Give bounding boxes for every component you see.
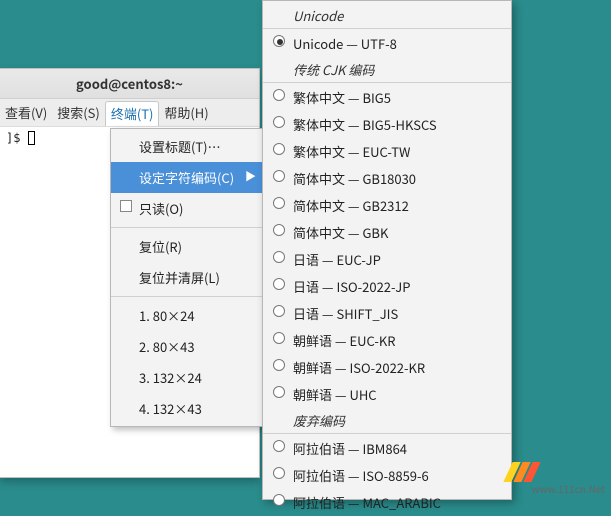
watermark-url: www.111cn.Net bbox=[532, 481, 605, 496]
menu-item-readonly[interactable]: 只读(O) bbox=[111, 193, 264, 224]
radio-icon bbox=[273, 89, 285, 101]
encoding-option-label: 朝鲜语 — EUC-KR bbox=[293, 331, 396, 350]
encoding-option[interactable]: 阿拉伯语 — ISO-8859-6 bbox=[263, 462, 511, 489]
menu-item-size-80x43[interactable]: 2. 80×43 bbox=[111, 331, 264, 362]
encoding-option-label: 繁体中文 — BIG5 bbox=[293, 88, 391, 107]
menu-item-label: 设定字符编码(C) bbox=[139, 168, 234, 187]
menu-item-reset-clear[interactable]: 复位并清屏(L) bbox=[111, 262, 264, 293]
encoding-option[interactable]: 日语 — ISO-2022-JP bbox=[263, 273, 511, 300]
encoding-option-label: 朝鲜语 — ISO-2022-KR bbox=[293, 358, 425, 377]
encoding-option-label: 阿拉伯语 — ISO-8859-6 bbox=[293, 466, 429, 485]
cursor bbox=[28, 131, 35, 145]
radio-icon bbox=[273, 197, 285, 209]
encoding-option-label: 日语 — EUC-JP bbox=[293, 250, 381, 269]
radio-icon bbox=[273, 170, 285, 182]
radio-icon bbox=[273, 467, 285, 479]
encoding-option-label: 朝鲜语 — UHC bbox=[293, 385, 377, 404]
encoding-option[interactable]: Unicode — UTF-8 bbox=[263, 30, 511, 57]
encoding-option[interactable]: 日语 — SHIFT_JIS bbox=[263, 300, 511, 327]
radio-icon bbox=[273, 35, 285, 47]
encoding-option[interactable]: 简体中文 — GB2312 bbox=[263, 192, 511, 219]
radio-icon bbox=[273, 305, 285, 317]
menu-item-size-80x24[interactable]: 1. 80×24 bbox=[111, 300, 264, 331]
terminal-menu: 设置标题(T)… 设定字符编码(C) ▶ 只读(O) 复位(R) 复位并清屏(L… bbox=[110, 128, 265, 427]
encoding-option-label: Unicode — UTF-8 bbox=[293, 34, 397, 53]
checkbox-icon bbox=[120, 200, 132, 212]
menu-item-set-encoding[interactable]: 设定字符编码(C) ▶ bbox=[111, 162, 264, 193]
encoding-option-label: 简体中文 — GB18030 bbox=[293, 169, 416, 188]
encoding-option-label: 阿拉伯语 — MAC_ARABIC bbox=[293, 493, 441, 512]
encoding-option[interactable]: 日语 — EUC-JP bbox=[263, 246, 511, 273]
encoding-option-label: 简体中文 — GBK bbox=[293, 223, 388, 242]
encoding-option-label: 繁体中文 — EUC-TW bbox=[293, 142, 410, 161]
menu-terminal[interactable]: 终端(T) bbox=[105, 101, 160, 126]
encoding-group-header: 废弃编码 bbox=[263, 408, 511, 434]
encoding-group-header: Unicode bbox=[263, 3, 511, 29]
menu-item-size-132x43[interactable]: 4. 132×43 bbox=[111, 393, 264, 424]
encoding-option[interactable]: 朝鲜语 — EUC-KR bbox=[263, 327, 511, 354]
radio-icon bbox=[273, 116, 285, 128]
radio-icon bbox=[273, 224, 285, 236]
menubar: 查看(V) 搜索(S) 终端(T) 帮助(H) bbox=[0, 99, 259, 127]
menu-item-reset[interactable]: 复位(R) bbox=[111, 231, 264, 262]
encoding-submenu: Unicode Unicode — UTF-8 传统 CJK 编码繁体中文 — BI… bbox=[262, 0, 512, 500]
menu-view[interactable]: 查看(V) bbox=[0, 99, 52, 126]
encoding-option[interactable]: 简体中文 — GB18030 bbox=[263, 165, 511, 192]
menu-item-label: 只读(O) bbox=[139, 199, 183, 218]
radio-icon bbox=[273, 494, 285, 506]
encoding-option-label: 阿拉伯语 — IBM864 bbox=[293, 439, 407, 458]
encoding-option-label: 日语 — ISO-2022-JP bbox=[293, 277, 410, 296]
chevron-right-icon: ▶ bbox=[245, 168, 256, 184]
radio-icon bbox=[273, 386, 285, 398]
encoding-option[interactable]: 朝鲜语 — ISO-2022-KR bbox=[263, 354, 511, 381]
encoding-option[interactable]: 朝鲜语 — UHC bbox=[263, 381, 511, 408]
encoding-option-label: 日语 — SHIFT_JIS bbox=[293, 304, 398, 323]
menu-search[interactable]: 搜索(S) bbox=[52, 99, 105, 126]
radio-icon bbox=[273, 143, 285, 155]
encoding-option[interactable]: 繁体中文 — BIG5-HKSCS bbox=[263, 111, 511, 138]
menu-item-size-132x24[interactable]: 3. 132×24 bbox=[111, 362, 264, 393]
encoding-option-label: 简体中文 — GB2312 bbox=[293, 196, 409, 215]
separator bbox=[111, 296, 264, 297]
encoding-option[interactable]: 阿拉伯语 — MAC_ARABIC bbox=[263, 489, 511, 516]
radio-icon bbox=[273, 251, 285, 263]
stripes-icon bbox=[508, 462, 536, 482]
window-title: good@centos8:~ bbox=[0, 69, 259, 99]
encoding-option[interactable]: 简体中文 — GBK bbox=[263, 219, 511, 246]
encoding-option[interactable]: 繁体中文 — EUC-TW bbox=[263, 138, 511, 165]
encoding-option[interactable]: 繁体中文 — BIG5 bbox=[263, 84, 511, 111]
prompt: ]$ bbox=[6, 131, 28, 145]
radio-icon bbox=[273, 440, 285, 452]
encoding-option[interactable]: 阿拉伯语 — IBM864 bbox=[263, 435, 511, 462]
separator bbox=[111, 227, 264, 228]
encoding-option-label: 繁体中文 — BIG5-HKSCS bbox=[293, 115, 437, 134]
menu-help[interactable]: 帮助(H) bbox=[159, 99, 213, 126]
radio-icon bbox=[273, 278, 285, 290]
menu-item-set-title[interactable]: 设置标题(T)… bbox=[111, 131, 264, 162]
radio-icon bbox=[273, 359, 285, 371]
radio-icon bbox=[273, 332, 285, 344]
encoding-group-header: 传统 CJK 编码 bbox=[263, 57, 511, 83]
